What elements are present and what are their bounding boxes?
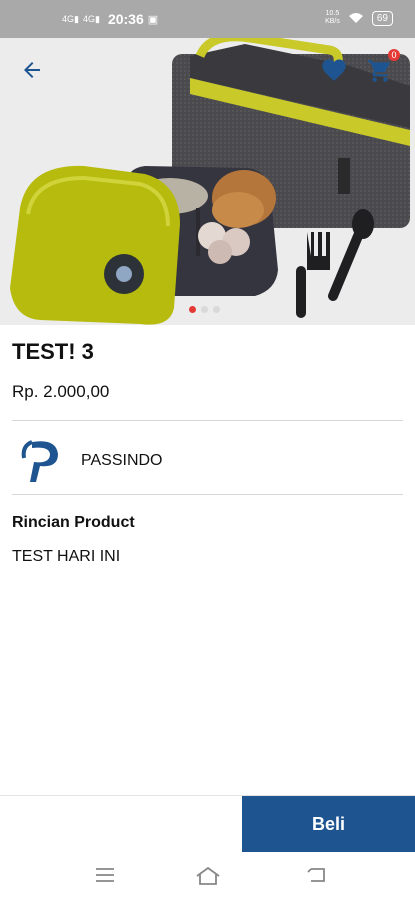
buy-button[interactable]: Beli [242,796,415,852]
carousel-dot-1[interactable] [189,306,196,313]
signal-2: 4G▮ [82,13,100,24]
cart-button[interactable] [367,58,393,89]
net-speed: 10.5 KB/s [325,10,340,26]
carousel-indicator [189,306,220,313]
arrow-left-icon [24,62,40,78]
status-bar: 4G▮ 4G▮ 20:36 ▣ 10.5 KB/s 69 [0,0,415,38]
product-price: Rp. 2.000,00 [12,382,110,401]
product-image-carousel[interactable] [0,38,415,325]
details-heading: Rincian Product [12,514,135,531]
back-nav-icon[interactable] [306,865,328,885]
product-title: TEST! 3 [12,339,94,364]
battery: 69 [371,10,393,26]
seller-logo-icon [21,440,58,482]
carousel-dot-3[interactable] [213,306,220,313]
menu-icon[interactable] [94,865,116,885]
status-right: 10.5 KB/s 69 [325,10,393,26]
cart-count-badge: 0 [388,49,400,61]
seller-logo[interactable] [18,436,64,489]
favorite-button[interactable] [320,56,348,89]
shopping-cart-icon [368,60,390,82]
product-photo [0,38,415,325]
home-icon[interactable] [194,865,222,887]
system-nav-bar [0,852,415,900]
carousel-dot-2[interactable] [201,306,208,313]
details-text: TEST HARI INI [12,548,121,565]
clock: 20:36 [107,11,144,27]
divider [12,420,403,421]
heart-icon [322,59,346,81]
net-speed-unit: KB/s [325,18,340,25]
back-button[interactable] [20,58,44,87]
divider [12,494,403,495]
signal-1-label: 4G [62,13,75,24]
gallery-notification-icon: ▣ [147,13,159,26]
status-left: 4G▮ 4G▮ 20:36 ▣ [62,11,158,27]
signal-1: 4G▮ [62,13,79,24]
wifi-icon [348,13,363,23]
seller-name[interactable]: PASSINDO [81,452,163,470]
signal-2-label: 4G [82,13,95,24]
net-speed-value: 10.5 [325,10,340,17]
